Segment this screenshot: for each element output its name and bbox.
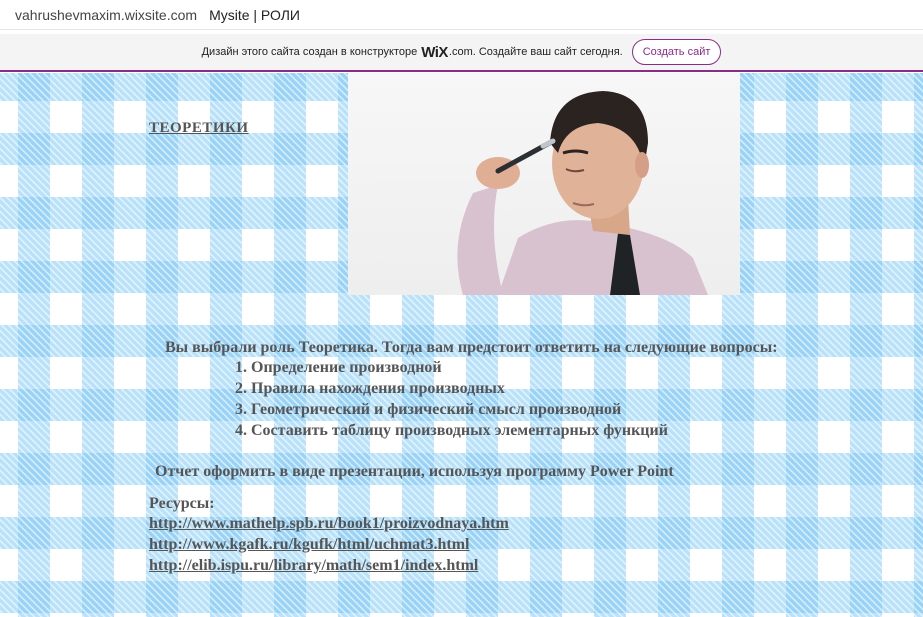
- resource-link-ispu[interactable]: http://elib.ispu.ru/library/math/sem1/in…: [149, 556, 869, 577]
- tab-domain: vahrushevmaxim.wixsite.com: [15, 6, 198, 23]
- list-item: 2. Правила нахождения производных: [235, 380, 505, 397]
- list-item: 4. Составить таблицу производных элемент…: [235, 422, 668, 439]
- tab-title[interactable]: Mysite | РОЛИ: [209, 7, 300, 23]
- thinking-man-photo: [348, 73, 740, 295]
- resource-link-mathelp[interactable]: http://www.mathelp.spb.ru/book1/proizvod…: [149, 514, 869, 535]
- page-heading: ТЕОРЕТИКИ: [149, 120, 249, 136]
- browser-tab-bar: vahrushevmaxim.wixsite.com Mysite | РОЛИ: [0, 0, 923, 30]
- intro-text: Вы выбрали роль Теоретика. Тогда вам пре…: [165, 339, 778, 356]
- resource-link-kgafk[interactable]: http://www.kgafk.ru/kgufk/html/uchmat3.h…: [149, 535, 869, 556]
- resources-label: Ресурсы:: [149, 495, 215, 512]
- wix-promo-banner: Дизайн этого сайта создан в конструкторе…: [0, 34, 923, 72]
- wix-logo: WiX: [421, 43, 448, 61]
- wix-banner-text: Дизайн этого сайта создан в конструкторе: [201, 46, 418, 58]
- wix-banner-text-after: .com. Создайте ваш сайт сегодня.: [448, 46, 623, 58]
- page-content: ТЕОРЕТИКИ Вы выбрали роль Теоретика. Тог…: [0, 73, 923, 617]
- list-item: 1. Определение производной: [235, 359, 442, 376]
- list-item: 3. Геометрический и физический смысл про…: [235, 401, 622, 418]
- role-description: Вы выбрали роль Теоретика. Тогда вам пре…: [149, 338, 869, 577]
- thinking-man-illustration: [457, 91, 708, 295]
- report-instruction: Отчет оформить в виде презентации, испол…: [155, 463, 674, 480]
- create-site-button[interactable]: Создать сайт: [631, 39, 722, 65]
- question-list: 1. Определение производной 2. Правила на…: [149, 358, 869, 442]
